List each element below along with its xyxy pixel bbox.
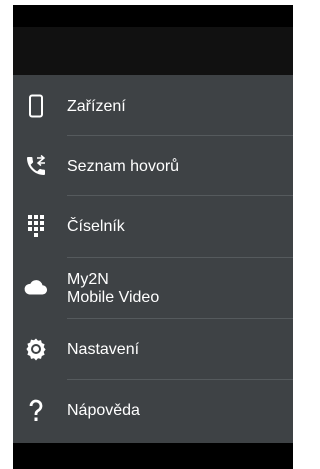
cloud-icon [24,276,48,300]
content-edge [293,27,301,443]
dialpad-icon [24,214,48,238]
divider [67,257,293,258]
menu-item-my2n-mobile-video[interactable]: My2N Mobile Video [13,259,293,317]
menu-item-label: Nastavení [67,341,140,358]
menu-item-label: Číselník [67,218,125,235]
menu-item-devices[interactable]: Zařízení [13,77,293,135]
device-screen: Zařízení Seznam hovorů Číselník My2N Mob… [0,0,301,469]
divider [67,195,293,196]
call-log-icon [24,154,48,178]
action-bar [13,27,293,75]
menu-item-help[interactable]: Nápověda [13,381,293,439]
menu-item-label: Zařízení [67,98,126,115]
menu-item-label-line2: Mobile Video [67,289,160,306]
menu-item-settings[interactable]: Nastavení [13,320,293,378]
menu-item-call-log[interactable]: Seznam hovorů [13,137,293,195]
divider [67,318,293,319]
menu-item-label-line1: My2N [67,271,109,288]
divider [67,379,293,380]
navigation-drawer: Zařízení Seznam hovorů Číselník My2N Mob… [13,75,293,443]
gear-icon [24,337,48,361]
menu-item-label: Nápověda [67,402,140,419]
navigation-bar [13,443,293,469]
menu-item-dialpad[interactable]: Číselník [13,197,293,255]
phone-device-icon [24,94,48,118]
help-icon [24,398,48,422]
menu-item-label: Seznam hovorů [67,158,180,175]
status-bar [13,5,293,27]
divider [67,135,293,136]
